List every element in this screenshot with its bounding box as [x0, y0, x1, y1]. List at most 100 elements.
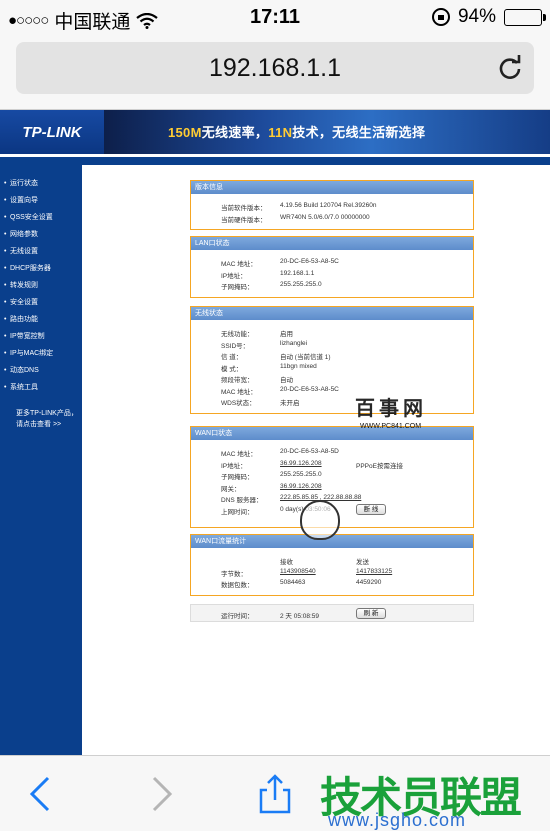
info-row: SSID号： lizhanglei — [191, 338, 473, 350]
info-row: IP地址： 192.168.1.1 — [191, 268, 473, 280]
info-row: MAC 地址： 20-DC-E6-53-A8-5D — [191, 446, 473, 458]
watermark-text: 百事网 — [355, 398, 427, 420]
wan-ip-value: 36.99.126.208 — [280, 459, 322, 467]
row-label: 频段带宽： — [221, 377, 254, 384]
nav-item-status[interactable]: 运行状态 — [0, 175, 82, 192]
info-row: DNS 服务器： 222.85.85.85 , 222.88.88.88 — [191, 492, 473, 504]
lan-panel: LAN口状态 MAC 地址： 20-DC-E6-53-A8-5C IP地址： 192… — [190, 236, 474, 298]
panel-title: 无线状态 — [191, 307, 473, 320]
row-label: 字节数： — [221, 570, 247, 578]
info-row: 网关： 36.99.126.208 — [191, 481, 473, 493]
version-panel: 版本信息 当前软件版本： 4.19.56 Build 120704 Rel.39… — [190, 180, 474, 230]
nav-item-routing[interactable]: 路由功能 — [0, 311, 82, 328]
tplink-logo[interactable]: TP-LINK — [0, 110, 104, 154]
row-value: 启用 — [280, 331, 293, 338]
rotation-lock-icon — [431, 8, 450, 26]
row-label: MAC 地址： — [221, 261, 257, 268]
row-value: 20-DC-E6-53-A8-5D — [280, 448, 339, 455]
info-row: 频段带宽： 自动 — [191, 372, 473, 384]
browser-toolbar: 技术员联盟 www.jsgho.com — [0, 755, 550, 831]
router-admin-page: TP-LINK 150M无线速率，11N技术，无线生活新选择 运行状态 设置向导… — [0, 110, 550, 755]
row-label: 信 道： — [221, 354, 243, 361]
slogan-part: 150M — [168, 125, 202, 140]
watermark-url: WWW.PC841.COM — [360, 423, 422, 430]
row-label: 当前硬件版本： — [221, 216, 267, 224]
row-value: 自动 (当前信道 1) — [280, 354, 331, 361]
runtime-row: 运行时间： 2 天 05:08:59 刷 新 — [191, 608, 473, 620]
refresh-button[interactable]: 刷 新 — [356, 608, 386, 619]
nav-item-qss[interactable]: QSS安全设置 — [0, 209, 82, 226]
info-row: 模 式： 11bgn mixed — [191, 361, 473, 373]
row-label: DNS 服务器： — [221, 497, 263, 504]
disconnect-button[interactable]: 断 线 — [356, 503, 386, 515]
slogan-part: 11N — [268, 125, 293, 140]
nav-item-network[interactable]: 网络参数 — [0, 226, 82, 243]
packets-received: 5084463 — [280, 579, 306, 586]
forward-icon[interactable] — [140, 774, 180, 814]
traffic-panel: WAN口流量统计 接收 发送 字节数： 1143908540 141783312… — [190, 534, 474, 596]
nav-item-system-tools[interactable]: 系统工具 — [0, 379, 82, 396]
col-sent: 发送 — [356, 559, 369, 566]
info-row: 当前硬件版本： WR740N 5.0/6.0/7.0 00000000 — [191, 212, 473, 224]
row-value: 20-DC-E6-53-A8-5C — [280, 258, 339, 265]
row-label: 子网掩码： — [221, 284, 254, 291]
info-row: MAC 地址： 20-DC-E6-53-A8-5C — [191, 256, 473, 268]
more-products-link[interactable]: 更多TP-LINK产品， 请点击查看 >> — [0, 408, 82, 430]
connection-type: PPPoE按需连接 — [356, 462, 403, 470]
row-label: 无线功能： — [221, 331, 254, 338]
banner-slogan: 150M无线速率，11N技术，无线生活新选择 — [168, 122, 425, 141]
info-row: WDS状态： 未开启 — [191, 395, 473, 407]
row-value: 4.19.56 Build 120704 Rel.39260n — [280, 202, 377, 209]
nav-item-forwarding[interactable]: 转发规则 — [0, 277, 82, 294]
row-label: 模 式： — [221, 365, 243, 373]
row-label: IP地址： — [221, 462, 247, 470]
row-label: MAC 地址： — [221, 451, 257, 458]
row-label: SSID号： — [221, 342, 250, 350]
status-right: 94% — [431, 6, 546, 28]
info-row: 无线功能： 启用 — [191, 326, 473, 338]
banner: 150M无线速率，11N技术，无线生活新选择 — [104, 110, 550, 154]
nav-item-wizard[interactable]: 设置向导 — [0, 192, 82, 209]
back-icon[interactable] — [22, 774, 62, 814]
nav-item-bandwidth[interactable]: IP带宽控制 — [0, 328, 82, 345]
address-bar[interactable]: 192.168.1.1 — [16, 42, 534, 94]
wireless-panel: 无线状态 无线功能： 启用 SSID号： lizhanglei 信 道： 自动 (当前… — [190, 306, 474, 414]
row-label: 当前软件版本： — [221, 205, 267, 212]
more-line-2[interactable]: 请点击查看 >> — [16, 419, 82, 430]
nav-item-ddns[interactable]: 动态DNS — [0, 362, 82, 379]
row-value: 255.255.255.0 — [280, 281, 322, 288]
reload-icon[interactable] — [496, 54, 524, 82]
brand-bar: TP-LINK 150M无线速率，11N技术，无线生活新选择 — [0, 110, 550, 154]
battery-percent: 94% — [457, 6, 496, 27]
row-label: IP地址： — [221, 272, 247, 280]
bytes-received: 1143908540 — [280, 567, 316, 575]
packets-sent: 4459290 — [356, 579, 382, 586]
info-row: IP地址： 36.99.126.208 PPPoE按需连接 — [191, 458, 473, 470]
nav-item-security[interactable]: 安全设置 — [0, 294, 82, 311]
address-bar-area: 192.168.1.1 — [0, 36, 550, 110]
row-label: WDS状态： — [221, 400, 256, 407]
panel-title: LAN口状态 — [191, 237, 473, 250]
nav-item-ipmac[interactable]: IP与MAC绑定 — [0, 345, 82, 362]
share-icon[interactable] — [255, 774, 295, 814]
runtime-value: 2 天 05:08:59 — [280, 613, 320, 620]
more-line-1[interactable]: 更多TP-LINK产品， — [16, 408, 82, 419]
status-bar: ●○○○○ 中国联通 17:11 94% — [0, 0, 550, 36]
url-text[interactable]: 192.168.1.1 — [16, 54, 534, 83]
info-row: MAC 地址： 20-DC-E6-53-A8-5C — [191, 384, 473, 396]
row-value: 20-DC-E6-53-A8-5C — [280, 385, 339, 393]
row-label: 子网掩码： — [221, 474, 254, 481]
slogan-part: 技术，无线生活新选择 — [292, 125, 426, 140]
runtime-label: 运行时间： — [221, 613, 254, 620]
traffic-header-row: 接收 发送 — [191, 554, 473, 566]
row-value: lizhanglei — [280, 339, 308, 347]
row-value: 36.99.126.208 — [280, 482, 322, 490]
panel-title: 版本信息 — [191, 181, 473, 194]
nav-item-wireless[interactable]: 无线设置 — [0, 243, 82, 260]
info-row: 信 道： 自动 (当前信道 1) — [191, 349, 473, 361]
mouse-watermark-icon — [300, 500, 340, 540]
row-label: MAC 地址： — [221, 388, 257, 396]
nav-item-dhcp[interactable]: DHCP服务器 — [0, 260, 82, 277]
row-value: 11bgn mixed — [280, 362, 317, 370]
panel-title: WAN口状态 — [191, 427, 473, 440]
